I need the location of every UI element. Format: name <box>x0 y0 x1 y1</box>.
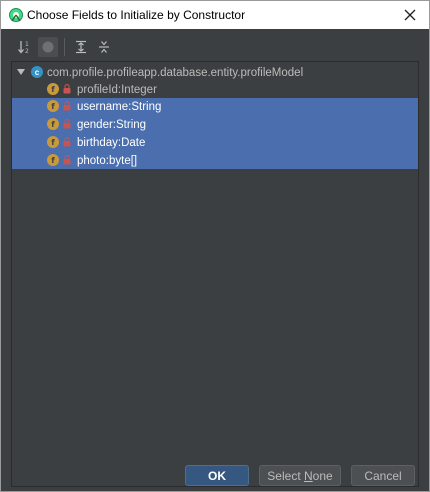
svg-text:1: 1 <box>25 41 29 48</box>
field-icon: f <box>47 118 59 130</box>
field-row-photo[interactable]: f photo:byte[] <box>12 152 418 169</box>
select-none-mnemonic: N <box>303 468 313 483</box>
sort-alphabetically-icon: 1 2 <box>18 41 29 54</box>
select-none-prefix: Select <box>267 468 304 483</box>
field-label: birthday:Date <box>77 137 146 149</box>
sort-alphabetically-button[interactable]: 1 2 <box>15 37 35 57</box>
field-row-birthday[interactable]: f birthday:Date <box>12 134 418 152</box>
field-label: username:String <box>77 101 162 113</box>
svg-text:2: 2 <box>25 48 29 54</box>
field-icon: f <box>47 100 59 112</box>
dialog-body: 1 2 c com.profile.profileapp.database.en… <box>1 29 429 491</box>
private-lock-icon <box>63 84 71 94</box>
class-name-label: com.profile.profileapp.database.entity.p… <box>47 66 304 79</box>
private-lock-icon <box>63 155 71 165</box>
field-icon: f <box>47 154 59 166</box>
field-row-profileid[interactable]: f profileId:Integer <box>12 81 418 98</box>
field-label: photo:byte[] <box>77 154 138 167</box>
close-icon <box>404 9 416 21</box>
tree-toolbar: 1 2 <box>15 36 117 58</box>
class-icon: c <box>31 66 43 78</box>
dialog-footer: OK Select None Cancel <box>1 461 429 491</box>
collapse-all-icon <box>99 41 109 53</box>
select-none-suffix: one <box>312 468 333 483</box>
select-none-button[interactable]: Select None <box>259 465 341 486</box>
show-classes-icon <box>42 41 54 53</box>
expand-arrow-icon[interactable] <box>16 67 26 77</box>
field-label: gender:String <box>77 119 147 131</box>
ok-button[interactable]: OK <box>185 465 249 486</box>
field-label: profileId:Integer <box>77 83 157 96</box>
field-row-username[interactable]: f username:String <box>12 98 418 116</box>
close-button[interactable] <box>399 4 421 26</box>
private-lock-icon <box>63 137 71 147</box>
toolbar-separator <box>64 38 65 56</box>
private-lock-icon <box>63 101 71 111</box>
private-lock-icon <box>63 119 71 129</box>
field-row-gender[interactable]: f gender:String <box>12 116 418 134</box>
field-icon: f <box>47 136 59 148</box>
show-classes-button[interactable] <box>38 37 58 57</box>
collapse-all-button[interactable] <box>94 37 114 57</box>
choose-fields-dialog: Choose Fields to Initialize by Construct… <box>0 0 430 492</box>
cancel-button[interactable]: Cancel <box>351 465 415 486</box>
expand-all-icon <box>76 40 86 54</box>
tree-root-row[interactable]: c com.profile.profileapp.database.entity… <box>12 64 418 81</box>
field-icon: f <box>47 83 59 95</box>
expand-all-button[interactable] <box>71 37 91 57</box>
title-bar: Choose Fields to Initialize by Construct… <box>1 1 429 29</box>
android-studio-icon <box>9 8 23 22</box>
fields-tree[interactable]: c com.profile.profileapp.database.entity… <box>11 61 419 487</box>
dialog-title: Choose Fields to Initialize by Construct… <box>27 8 246 22</box>
